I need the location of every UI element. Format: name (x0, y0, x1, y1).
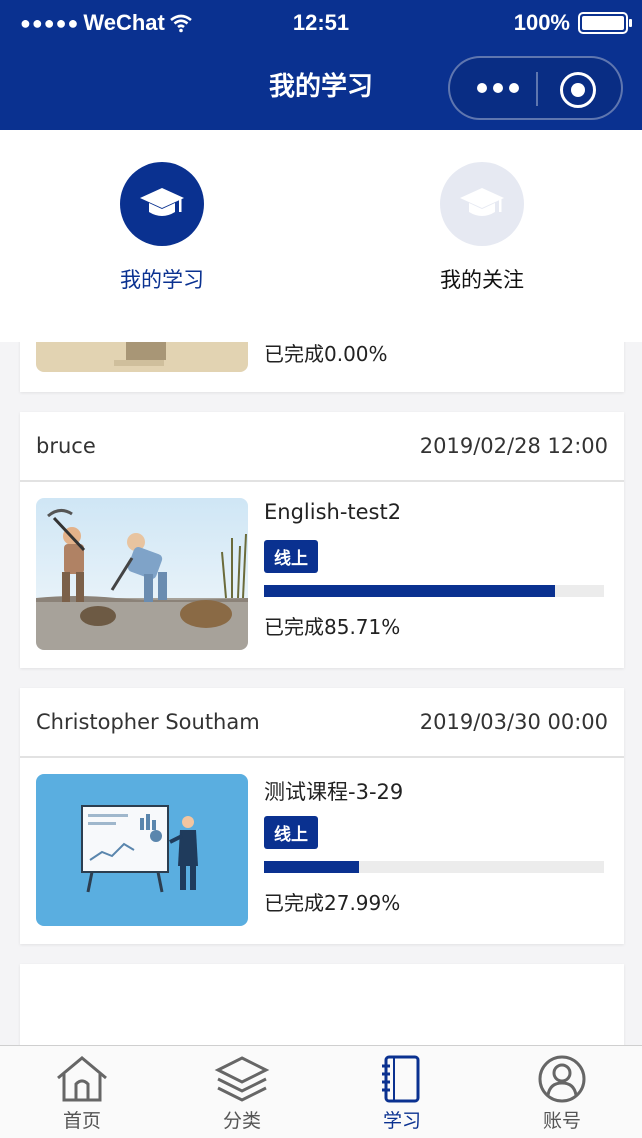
course-card-body: English-test2 线上 已完成85.71% (20, 482, 624, 668)
presentation-board-thumbnail (36, 774, 248, 926)
battery-icon (578, 12, 632, 34)
tabbar-item-home[interactable]: 首页 (22, 1054, 142, 1133)
tabbar-label: 账号 (542, 1110, 581, 1132)
tab-my-learning[interactable]: 我的学习 (72, 162, 252, 294)
tab-circle (120, 162, 204, 246)
home-icon (57, 1056, 107, 1102)
course-list[interactable]: 已完成0.00% bruce 2019/02/28 12:00 English-… (0, 342, 642, 1045)
course-title: English-test2 (264, 500, 402, 524)
course-info: English-test2 线上 已完成85.71% (264, 500, 606, 640)
course-type-badge: 线上 (264, 816, 318, 849)
miniprogram-capsule (448, 56, 623, 120)
tabbar-item-account[interactable]: 账号 (502, 1054, 622, 1133)
status-bar: ●●●●● WeChat 12:51 100% (0, 0, 642, 48)
more-options-icon[interactable] (470, 74, 525, 102)
course-card-partial[interactable]: 已完成0.00% (20, 342, 624, 392)
course-card-partial[interactable] (20, 964, 624, 1045)
tab-label: 我的学习 (120, 268, 204, 292)
course-progress-text: 已完成27.99% (264, 891, 401, 915)
tabbar-item-category[interactable]: 分类 (182, 1054, 302, 1133)
battery-percent: 100% (513, 10, 570, 35)
notebook-icon (382, 1055, 420, 1103)
course-progress-bar (264, 585, 604, 597)
course-card[interactable]: Christopher Southam 2019/03/30 00:00 测试课… (20, 688, 624, 944)
course-card-header: bruce 2019/02/28 12:00 (20, 412, 624, 482)
course-thumbnail (36, 342, 248, 372)
course-card-header: Christopher Southam 2019/03/30 00:00 (20, 688, 624, 758)
digging-cartoon-thumbnail (36, 498, 248, 650)
tabbar-item-learning[interactable]: 学习 (342, 1054, 462, 1133)
course-card[interactable]: bruce 2019/02/28 12:00 English-test2 线上 … (20, 412, 624, 668)
course-info: 测试课程-3-29 线上 已完成27.99% (264, 776, 606, 916)
course-progress-fill (264, 585, 556, 597)
tabbar-label: 分类 (222, 1110, 261, 1132)
course-progress-fill (264, 861, 360, 873)
course-date: 2019/03/30 00:00 (419, 710, 608, 734)
top-bar: ●●●●● WeChat 12:51 100% 我的学习 (0, 0, 642, 130)
course-progress-text: 已完成85.71% (264, 615, 401, 639)
course-progress-text: 已完成0.00% (264, 342, 388, 366)
tab-my-follows[interactable]: 我的关注 (392, 162, 572, 294)
course-progress-bar (264, 861, 604, 873)
bottom-tab-bar: 首页 分类 学习 账号 (0, 1045, 642, 1138)
tabbar-label: 学习 (382, 1110, 421, 1132)
layers-icon (214, 1056, 270, 1102)
graduation-cap-icon (140, 188, 184, 216)
course-date: 2019/02/28 12:00 (419, 434, 608, 458)
capsule-divider (536, 72, 538, 106)
course-title: 测试课程-3-29 (264, 780, 404, 804)
graduation-cap-icon (460, 188, 504, 216)
course-author: Christopher Southam (36, 710, 260, 734)
tabbar-label: 首页 (62, 1110, 101, 1132)
tab-label: 我的关注 (440, 268, 524, 292)
course-author: bruce (36, 434, 96, 458)
close-miniprogram-icon[interactable] (560, 72, 596, 108)
learning-tabs: 我的学习 我的关注 (0, 130, 642, 342)
user-icon (538, 1055, 586, 1103)
tab-circle (440, 162, 524, 246)
course-card-body: 测试课程-3-29 线上 已完成27.99% (20, 758, 624, 944)
course-type-badge: 线上 (264, 540, 318, 573)
